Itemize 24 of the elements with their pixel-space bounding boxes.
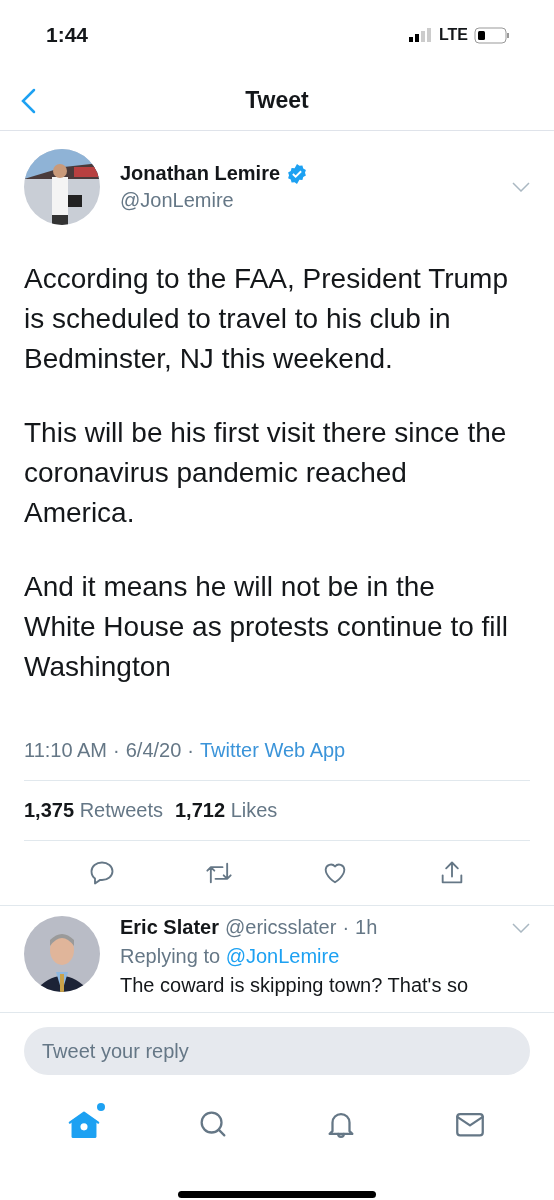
tweet-date: 6/4/20 <box>125 739 182 762</box>
reply-input-field[interactable]: Tweet your reply <box>24 1027 530 1075</box>
stat-count[interactable]: 1,375 Retweets <box>24 799 163 822</box>
separator-dot: · <box>187 739 194 762</box>
tweet-time: 11:10 AM <box>24 739 108 762</box>
back-icon[interactable] <box>20 88 38 114</box>
network-label: LTE <box>438 26 468 44</box>
stat-count[interactable]: 1,712 Likes <box>175 799 278 822</box>
tweet-paragraph: This will be his first visit there since the coronavirus pandemic reached America. <box>24 416 508 530</box>
separator-dot: · <box>342 916 350 939</box>
replying-label: Replying to <box>120 945 221 967</box>
reply-text: The coward is skipping town? That's so <box>120 974 470 997</box>
separator-dot: · <box>113 739 120 762</box>
battery-icon <box>474 26 510 44</box>
author-handle[interactable]: @JonLemire <box>120 189 492 212</box>
status-time: 1:44 <box>46 23 89 47</box>
tweet-paragraph: According to the FAA, President Trump is scheduled to travel to his club in Bedminster, NJ this weekend. <box>24 262 509 376</box>
signal-icon <box>408 28 433 42</box>
reply-age: 1h <box>355 916 378 939</box>
tweet-paragraph: And it means he will not be in the White House as protests continue to fill Washington <box>24 570 509 684</box>
reply-author-name[interactable]: Eric Slater <box>120 916 219 939</box>
page-title: Tweet <box>245 86 309 114</box>
reply-author-handle: @ericsslater <box>224 916 337 939</box>
author-name[interactable]: Jonathan Lemire <box>120 162 281 185</box>
